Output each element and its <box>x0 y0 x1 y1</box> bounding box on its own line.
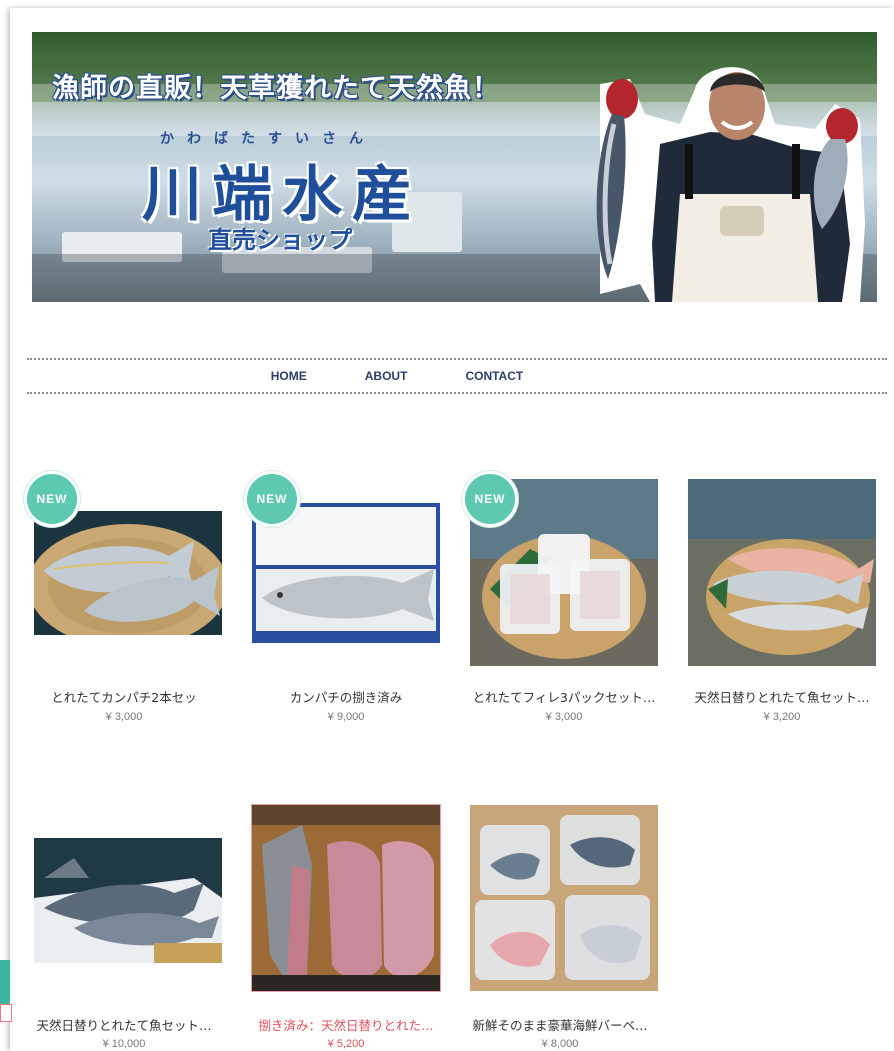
product-name[interactable]: 天然日替りとれたて魚セット… <box>678 687 886 706</box>
product-name[interactable]: とれたてカンパチ2本セッ <box>20 687 228 706</box>
product-price: ¥ 5,200 <box>327 1038 365 1050</box>
product-price: ¥ 10,000 <box>102 1038 146 1050</box>
fisherman-photo <box>596 67 865 302</box>
product-image[interactable] <box>34 511 222 635</box>
product-name[interactable]: 天然日替りとれたて魚セット… <box>20 1015 228 1034</box>
new-badge: NEW <box>462 471 518 527</box>
product-image[interactable] <box>34 838 222 963</box>
product-image[interactable] <box>251 804 441 992</box>
nav-about[interactable]: ABOUT <box>365 369 408 383</box>
main-nav: HOME ABOUT CONTACT <box>27 358 887 394</box>
side-tab-secondary[interactable] <box>0 1004 12 1022</box>
banner-tagline: 漁師の直販！天草獲れたて天然魚！ <box>52 73 500 104</box>
banner-ruby: かわばたすいさん <box>160 131 376 147</box>
product-image[interactable] <box>688 479 876 666</box>
product-price: ¥ 3,000 <box>105 711 143 723</box>
nav-contact[interactable]: CONTACT <box>465 369 523 383</box>
product-name[interactable]: 捌き済み：天然日替りとれた… <box>242 1015 450 1034</box>
product-name[interactable]: 新鮮そのまま豪華海鮮バーベ… <box>456 1015 664 1034</box>
shop-subtitle: 直売ショップ <box>208 225 352 254</box>
product-price: ¥ 9,000 <box>327 711 365 723</box>
product-name[interactable]: カンパチの捌き済み <box>242 687 450 706</box>
new-badge: NEW <box>244 471 300 527</box>
product-price: ¥ 3,200 <box>763 711 801 723</box>
product-price: ¥ 8,000 <box>541 1038 579 1050</box>
product-price: ¥ 3,000 <box>545 711 583 723</box>
product-image[interactable] <box>470 805 658 991</box>
header-banner[interactable]: 漁師の直販！天草獲れたて天然魚！ かわばたすいさん 川端水産 直売ショップ <box>32 32 877 302</box>
product-name[interactable]: とれたてフィレ3パックセット… <box>460 687 668 706</box>
side-tab[interactable] <box>0 960 10 1004</box>
nav-home[interactable]: HOME <box>271 369 307 383</box>
new-badge: NEW <box>24 471 80 527</box>
